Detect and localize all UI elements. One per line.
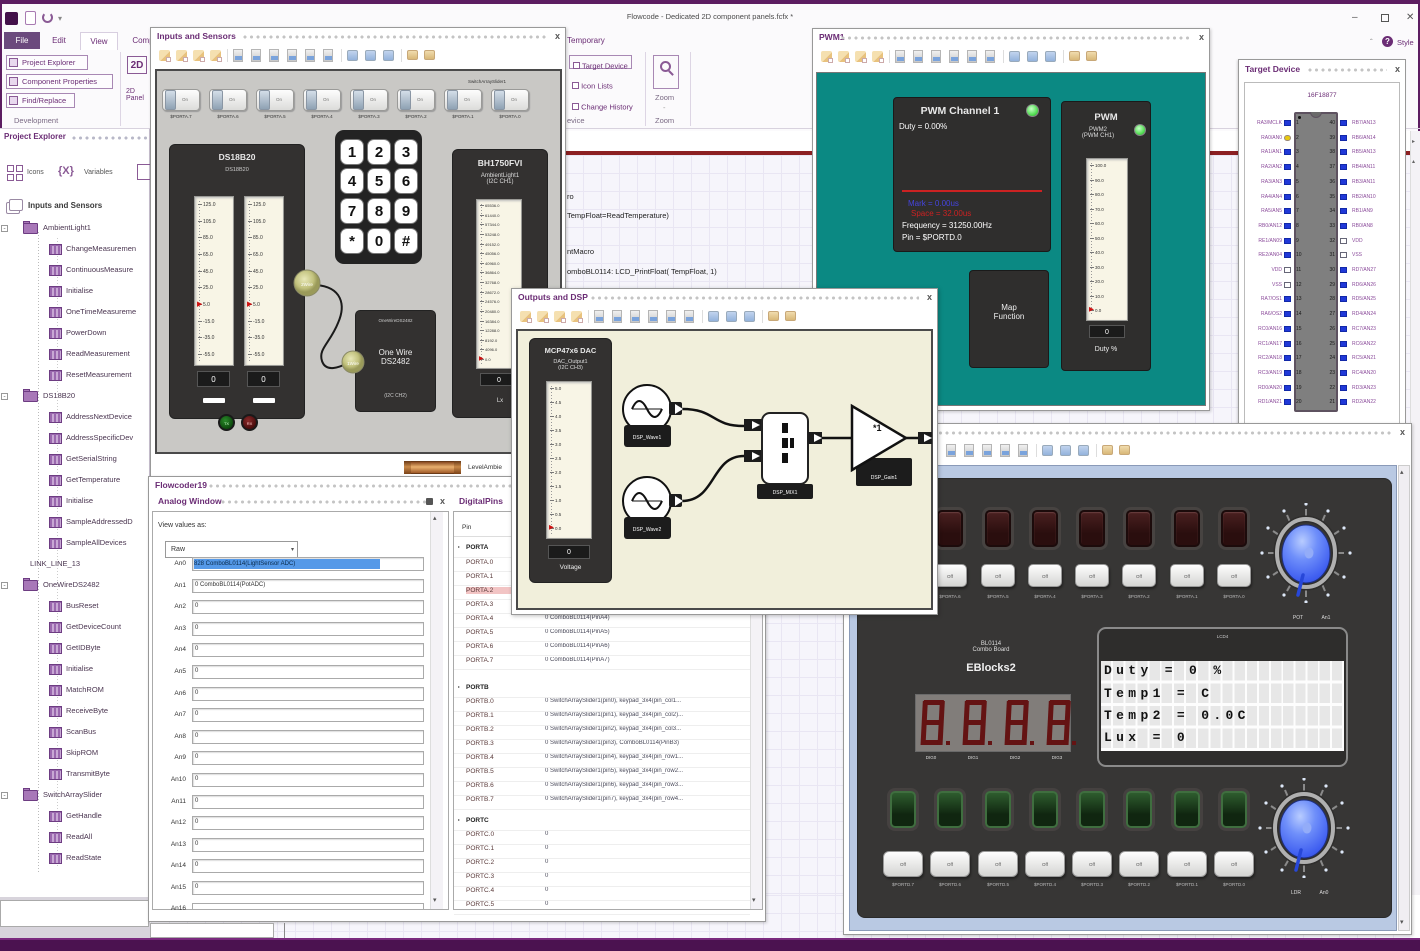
svg-text:2Wire: 2Wire (301, 282, 313, 287)
svg-text:DSP_MIX1: DSP_MIX1 (773, 490, 798, 496)
svg-text:DSP_Wave1: DSP_Wave1 (633, 435, 662, 441)
svg-text:DSP_Gain1: DSP_Gain1 (871, 475, 898, 481)
svg-text:1Wire: 1Wire (347, 361, 359, 366)
svg-text:*1: *1 (873, 423, 882, 433)
svg-text:DSP_Wave2: DSP_Wave2 (633, 527, 662, 533)
